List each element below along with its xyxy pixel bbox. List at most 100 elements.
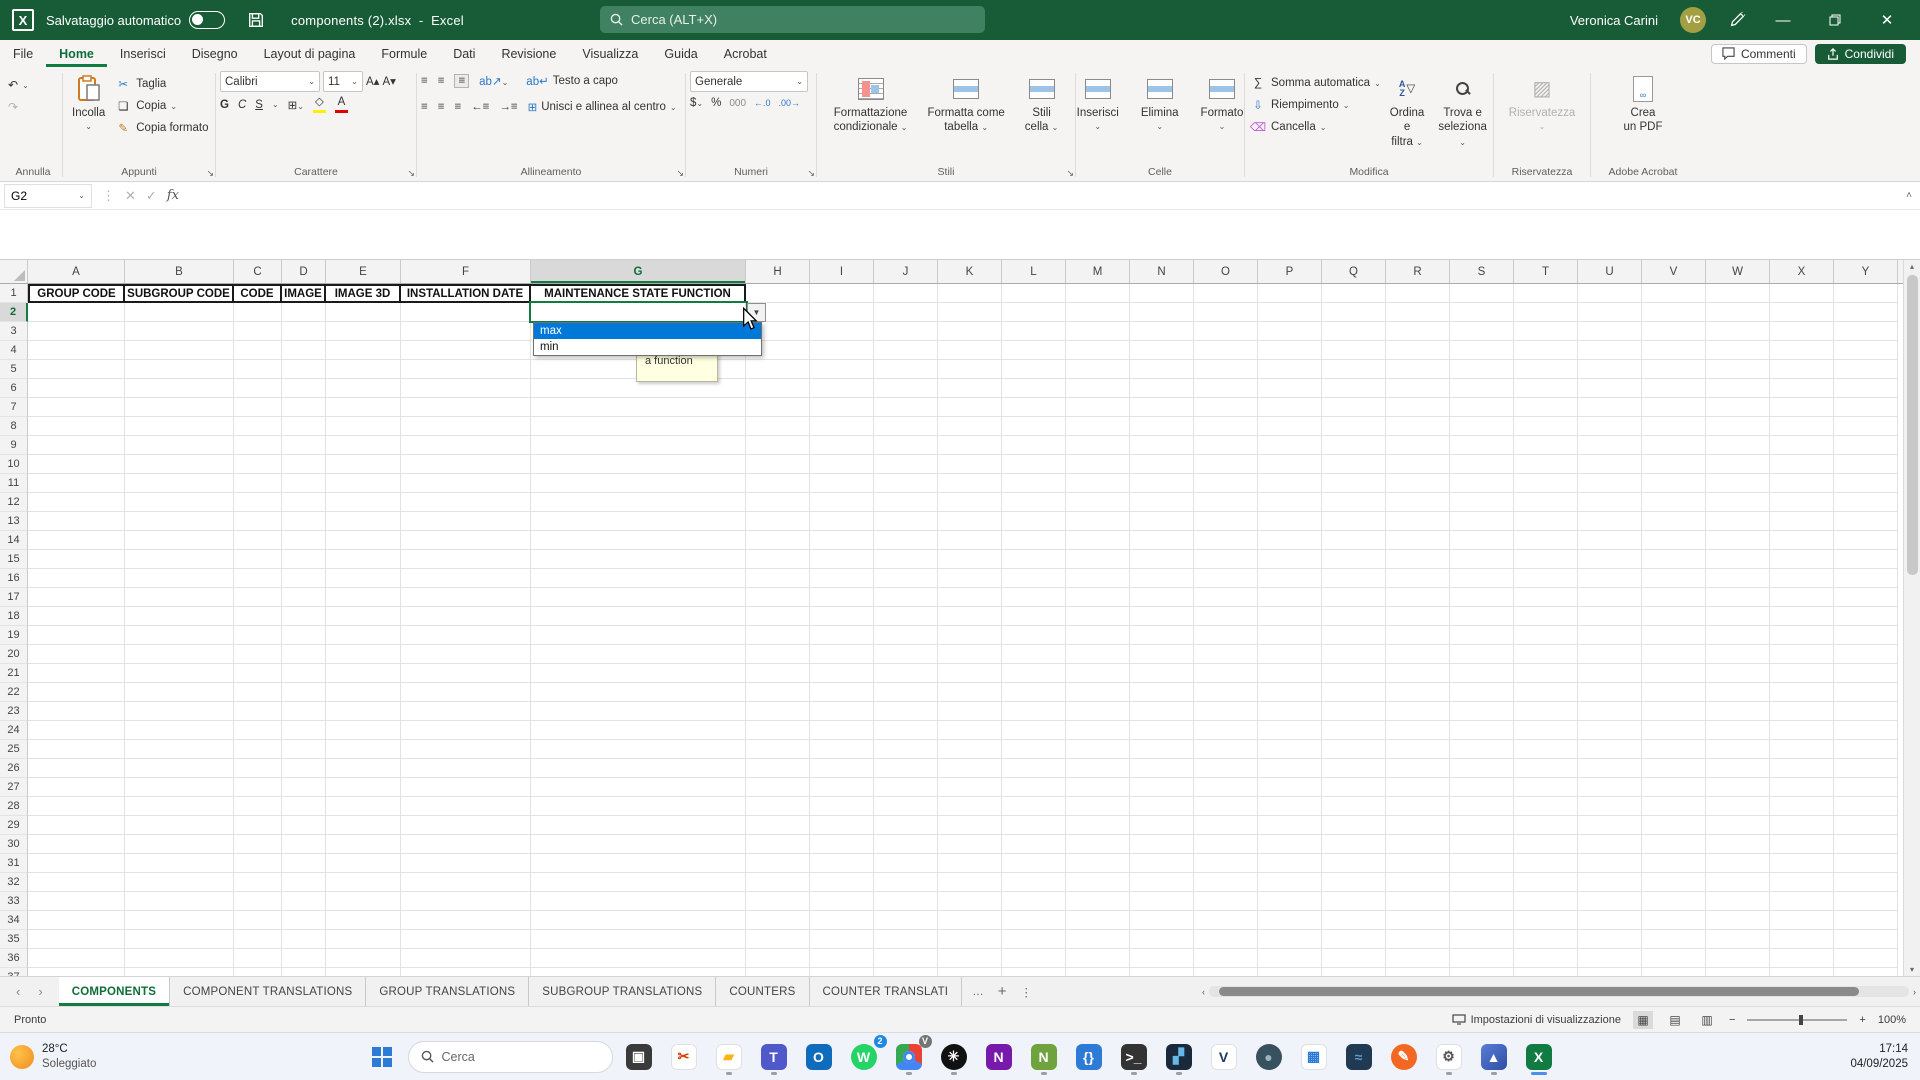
cell-N2[interactable] xyxy=(1130,303,1194,322)
cell-J8[interactable] xyxy=(874,417,938,436)
cell-I12[interactable] xyxy=(810,493,874,512)
cell-A20[interactable] xyxy=(28,645,125,664)
cell-W6[interactable] xyxy=(1706,379,1770,398)
cell-R28[interactable] xyxy=(1386,797,1450,816)
cell-O36[interactable] xyxy=(1194,949,1258,968)
cell-P34[interactable] xyxy=(1258,911,1322,930)
cell-P1[interactable] xyxy=(1258,284,1322,303)
cell-W16[interactable] xyxy=(1706,569,1770,588)
outlook-icon[interactable]: O xyxy=(800,1038,838,1076)
select-all-corner[interactable] xyxy=(0,260,28,283)
cell-W20[interactable] xyxy=(1706,645,1770,664)
cell-P32[interactable] xyxy=(1258,873,1322,892)
cell-J32[interactable] xyxy=(874,873,938,892)
cell-M3[interactable] xyxy=(1066,322,1130,341)
cell-N28[interactable] xyxy=(1130,797,1194,816)
ribbon-tab-disegno[interactable]: Disegno xyxy=(179,40,251,67)
cell-A22[interactable] xyxy=(28,683,125,702)
cell-A24[interactable] xyxy=(28,721,125,740)
cell-P12[interactable] xyxy=(1258,493,1322,512)
cell-X18[interactable] xyxy=(1770,607,1834,626)
cell-G11[interactable] xyxy=(531,474,746,493)
cell-G36[interactable] xyxy=(531,949,746,968)
font-size-select[interactable]: 11⌄ xyxy=(323,71,363,92)
cell-P23[interactable] xyxy=(1258,702,1322,721)
cell-O22[interactable] xyxy=(1194,683,1258,702)
cell-C9[interactable] xyxy=(234,436,282,455)
cell-Y18[interactable] xyxy=(1834,607,1898,626)
cell-D21[interactable] xyxy=(282,664,326,683)
cell-R2[interactable] xyxy=(1386,303,1450,322)
cell-H26[interactable] xyxy=(746,759,810,778)
cell-N20[interactable] xyxy=(1130,645,1194,664)
cell-A36[interactable] xyxy=(28,949,125,968)
ribbon-tab-dati[interactable]: Dati xyxy=(440,40,488,67)
cell-Y36[interactable] xyxy=(1834,949,1898,968)
cell-P31[interactable] xyxy=(1258,854,1322,873)
cell-R33[interactable] xyxy=(1386,892,1450,911)
cell-L5[interactable] xyxy=(1002,360,1066,379)
cell-D7[interactable] xyxy=(282,398,326,417)
cell-X35[interactable] xyxy=(1770,930,1834,949)
cell-Y33[interactable] xyxy=(1834,892,1898,911)
cell-M35[interactable] xyxy=(1066,930,1130,949)
cell-L27[interactable] xyxy=(1002,778,1066,797)
cell-H10[interactable] xyxy=(746,455,810,474)
clear-button[interactable]: ⌫Cancella⌄ xyxy=(1249,117,1381,137)
cell-A33[interactable] xyxy=(28,892,125,911)
cell-V33[interactable] xyxy=(1642,892,1706,911)
cell-A7[interactable] xyxy=(28,398,125,417)
cell-H33[interactable] xyxy=(746,892,810,911)
column-header-G[interactable]: G xyxy=(531,260,746,283)
zoom-slider-thumb[interactable] xyxy=(1799,1015,1803,1025)
cell-E22[interactable] xyxy=(326,683,401,702)
cell-B10[interactable] xyxy=(125,455,234,474)
cell-H36[interactable] xyxy=(746,949,810,968)
cell-A29[interactable] xyxy=(28,816,125,835)
cell-L35[interactable] xyxy=(1002,930,1066,949)
cell-U15[interactable] xyxy=(1578,550,1642,569)
cell-Y15[interactable] xyxy=(1834,550,1898,569)
cell-L26[interactable] xyxy=(1002,759,1066,778)
cell-R13[interactable] xyxy=(1386,512,1450,531)
sheet-tab-component-translations[interactable]: COMPONENT TRANSLATIONS xyxy=(170,977,366,1006)
chrome-icon[interactable]: V xyxy=(890,1038,928,1076)
cell-N23[interactable] xyxy=(1130,702,1194,721)
cell-M34[interactable] xyxy=(1066,911,1130,930)
merge-center-button[interactable]: ⊞Unisci e allinea al centro⌄ xyxy=(528,97,677,117)
cell-L23[interactable] xyxy=(1002,702,1066,721)
cell-Y12[interactable] xyxy=(1834,493,1898,512)
cell-D13[interactable] xyxy=(282,512,326,531)
cell-U31[interactable] xyxy=(1578,854,1642,873)
cell-M12[interactable] xyxy=(1066,493,1130,512)
cell-N11[interactable] xyxy=(1130,474,1194,493)
cell-A1[interactable]: GROUP CODE xyxy=(28,284,125,303)
cell-M4[interactable] xyxy=(1066,341,1130,360)
cell-J20[interactable] xyxy=(874,645,938,664)
cell-Q14[interactable] xyxy=(1322,531,1386,550)
cell-I8[interactable] xyxy=(810,417,874,436)
cell-Q7[interactable] xyxy=(1322,398,1386,417)
cell-T3[interactable] xyxy=(1514,322,1578,341)
cell-R12[interactable] xyxy=(1386,493,1450,512)
cell-U2[interactable] xyxy=(1578,303,1642,322)
cell-D33[interactable] xyxy=(282,892,326,911)
cell-I6[interactable] xyxy=(810,379,874,398)
cell-L3[interactable] xyxy=(1002,322,1066,341)
cell-H7[interactable] xyxy=(746,398,810,417)
cell-D36[interactable] xyxy=(282,949,326,968)
cell-H25[interactable] xyxy=(746,740,810,759)
scroll-down-icon[interactable]: ▾ xyxy=(1910,965,1914,974)
cell-N8[interactable] xyxy=(1130,417,1194,436)
cell-H24[interactable] xyxy=(746,721,810,740)
cell-I16[interactable] xyxy=(810,569,874,588)
row-header-35[interactable]: 35 xyxy=(0,930,28,949)
cell-E17[interactable] xyxy=(326,588,401,607)
cell-O21[interactable] xyxy=(1194,664,1258,683)
row-header-3[interactable]: 3 xyxy=(0,322,28,341)
cell-F37[interactable] xyxy=(401,968,531,976)
cell-H14[interactable] xyxy=(746,531,810,550)
cell-Q17[interactable] xyxy=(1322,588,1386,607)
cell-S30[interactable] xyxy=(1450,835,1514,854)
cell-R18[interactable] xyxy=(1386,607,1450,626)
